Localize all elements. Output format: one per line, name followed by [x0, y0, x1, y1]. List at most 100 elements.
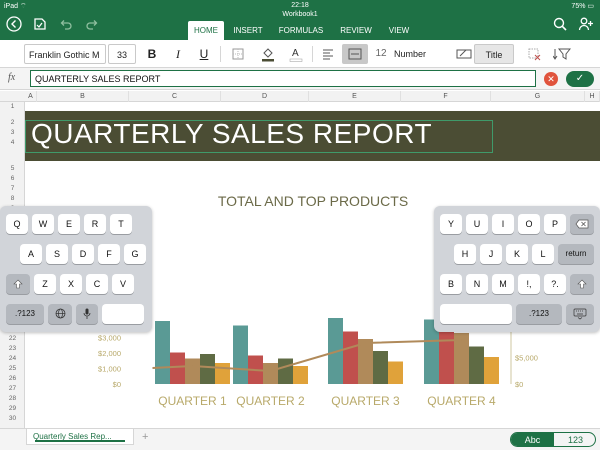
font-size-select[interactable]: 33 [108, 44, 136, 64]
row-header-2[interactable]: 2 [0, 118, 24, 128]
microphone-icon[interactable] [76, 304, 98, 324]
redo-icon[interactable] [82, 16, 102, 36]
abc-keyboard-toggle[interactable]: Abc [511, 433, 554, 446]
tab-view[interactable]: VIEW [384, 21, 414, 40]
bold-button[interactable]: B [142, 44, 162, 64]
key-q[interactable]: Q [6, 214, 28, 234]
key-h[interactable]: H [454, 244, 476, 264]
key-e[interactable]: E [58, 214, 80, 234]
row-header-7[interactable]: 7 [0, 184, 24, 194]
borders-icon[interactable] [228, 44, 248, 64]
key-n[interactable]: N [466, 274, 488, 294]
key-i[interactable]: I [492, 214, 514, 234]
row-header-22[interactable]: 22 [0, 334, 24, 344]
key-x[interactable]: X [60, 274, 82, 294]
key-k[interactable]: K [506, 244, 528, 264]
cell-style-select[interactable]: Title [474, 44, 514, 64]
sort-filter-icon[interactable] [552, 44, 572, 64]
number-format-select[interactable]: Number [394, 44, 448, 64]
column-header-h[interactable]: H [585, 91, 600, 102]
row-header-8[interactable]: 8 [0, 194, 24, 204]
row-header-25[interactable]: 25 [0, 364, 24, 374]
clear-format-icon[interactable] [524, 44, 544, 64]
back-icon[interactable] [4, 16, 24, 36]
row-header-6[interactable]: 6 [0, 174, 24, 184]
key-question-period[interactable]: ?. [544, 274, 566, 294]
cancel-edit-button[interactable]: ✕ [544, 72, 558, 86]
key-t[interactable]: T [110, 214, 132, 234]
row-header-3[interactable]: 3 [0, 128, 24, 138]
space-bar-right[interactable] [440, 304, 512, 324]
key-l[interactable]: L [532, 244, 554, 264]
column-header-c[interactable]: C [129, 91, 221, 102]
row-header-5[interactable]: 5 [0, 164, 24, 174]
globe-icon[interactable] [48, 304, 72, 324]
add-sheet-button[interactable]: + [142, 431, 148, 443]
key-v[interactable]: V [112, 274, 134, 294]
keyboard-hide-icon[interactable] [566, 304, 594, 324]
space-bar-left[interactable] [102, 304, 144, 324]
search-icon[interactable] [550, 16, 570, 36]
font-name-select[interactable]: Franklin Gothic M [24, 44, 106, 64]
italic-button[interactable]: I [168, 44, 188, 64]
file-icon[interactable] [30, 16, 50, 36]
backspace-icon[interactable] [570, 214, 594, 234]
row-header-28[interactable]: 28 [0, 394, 24, 404]
tab-insert[interactable]: INSERT [228, 21, 268, 40]
key-w[interactable]: W [32, 214, 54, 234]
key-f[interactable]: F [98, 244, 120, 264]
column-header-e[interactable]: E [309, 91, 401, 102]
formula-input[interactable] [30, 70, 536, 87]
key-o[interactable]: O [518, 214, 540, 234]
row-header-23[interactable]: 23 [0, 344, 24, 354]
column-header-d[interactable]: D [221, 91, 309, 102]
return-key[interactable]: return [558, 244, 594, 264]
key-m[interactable]: M [492, 274, 514, 294]
row-header-30[interactable]: 30 [0, 414, 24, 424]
row-header-26[interactable]: 26 [0, 374, 24, 384]
share-user-icon[interactable] [576, 16, 596, 36]
key-exclaim-comma[interactable]: !, [518, 274, 540, 294]
shift-icon[interactable] [6, 274, 30, 294]
key-y[interactable]: Y [440, 214, 462, 234]
wrap-text-button[interactable]: 12 [374, 44, 388, 64]
row-header-24[interactable]: 24 [0, 354, 24, 364]
row-header-1[interactable]: 1 [0, 102, 24, 112]
tab-review[interactable]: REVIEW [334, 21, 378, 40]
column-header-g[interactable]: G [491, 91, 585, 102]
key-a[interactable]: A [20, 244, 42, 264]
key-p[interactable]: P [544, 214, 566, 234]
column-header-f[interactable]: F [401, 91, 491, 102]
sheet-title-cell[interactable]: QUARTERLY SALES REPORT [31, 118, 432, 150]
align-icon[interactable] [318, 44, 338, 64]
key-g[interactable]: G [124, 244, 146, 264]
column-header-b[interactable]: B [37, 91, 129, 102]
tab-home[interactable]: HOME [188, 21, 224, 40]
key-z[interactable]: Z [34, 274, 56, 294]
merge-cells-icon[interactable] [342, 44, 368, 64]
tab-formulas[interactable]: FORMULAS [274, 21, 328, 40]
svg-text:A: A [292, 48, 299, 59]
underline-button[interactable]: U [194, 44, 214, 64]
key-c[interactable]: C [86, 274, 108, 294]
fill-color-icon[interactable] [258, 44, 278, 64]
key-j[interactable]: J [480, 244, 502, 264]
key-d[interactable]: D [72, 244, 94, 264]
shift-icon[interactable] [570, 274, 594, 294]
numeric-keyboard-toggle[interactable]: 123 [554, 433, 595, 446]
row-header-27[interactable]: 27 [0, 384, 24, 394]
table-style-icon[interactable] [454, 44, 474, 64]
undo-icon[interactable] [56, 16, 76, 36]
confirm-edit-button[interactable]: ✓ [566, 71, 594, 87]
sheet-tab[interactable]: Quarterly Sales Rep... [26, 429, 134, 445]
key-s[interactable]: S [46, 244, 68, 264]
numbers-key[interactable]: .?123 [516, 304, 562, 324]
row-header-4[interactable]: 4 [0, 138, 24, 148]
key-b[interactable]: B [440, 274, 462, 294]
column-header-a[interactable]: A [25, 91, 37, 102]
key-u[interactable]: U [466, 214, 488, 234]
row-header-29[interactable]: 29 [0, 404, 24, 414]
key-r[interactable]: R [84, 214, 106, 234]
numbers-key[interactable]: .?123 [6, 304, 44, 324]
font-color-icon[interactable]: A [286, 44, 306, 64]
